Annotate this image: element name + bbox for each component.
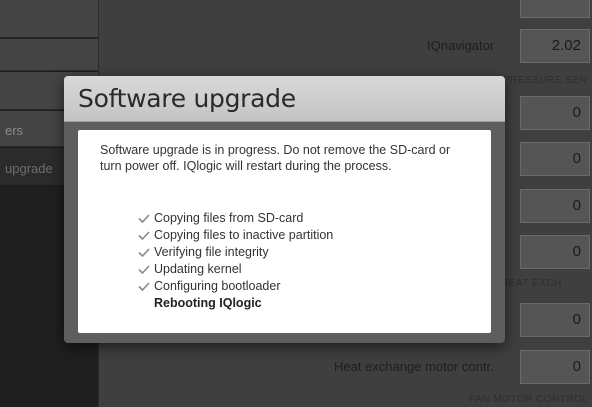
check-icon — [138, 248, 150, 257]
sidebar-item-2[interactable] — [0, 39, 98, 71]
app-screen: ers upgrade IQnavigator 2.02 PRESSURE SE… — [0, 0, 592, 407]
value-field[interactable]: 0 — [520, 96, 590, 130]
section-header-heat-exchange: HEAT EXCH — [501, 278, 562, 289]
upgrade-step-done: Copying files to inactive partition — [138, 227, 333, 244]
value-field[interactable] — [520, 0, 590, 18]
section-header-pressure: PRESSURE SEN — [503, 75, 588, 86]
step-label: Verifying file integrity — [154, 245, 269, 259]
check-icon — [138, 282, 150, 291]
upgrade-message: Software upgrade is in progress. Do not … — [100, 143, 451, 173]
value-field[interactable]: 0 — [520, 189, 590, 223]
iqnavigator-value[interactable]: 2.02 — [520, 29, 590, 63]
upgrade-step-current: Rebooting IQlogic — [138, 295, 333, 312]
dialog-title-bar: Software upgrade — [64, 76, 505, 122]
sidebar-item-1[interactable] — [0, 0, 98, 38]
value-field[interactable]: 0 — [520, 235, 590, 269]
heat-exchange-motor-value[interactable]: 0 — [520, 350, 590, 384]
upgrade-step-done: Verifying file integrity — [138, 244, 333, 261]
section-header-fan-motor: FAN MOTOR CONTROL — [469, 394, 589, 405]
step-label: Copying files to inactive partition — [154, 228, 334, 242]
upgrade-step-done: Configuring bootloader — [138, 278, 333, 295]
check-icon — [138, 231, 150, 240]
step-label: Updating kernel — [154, 262, 242, 276]
check-icon — [138, 214, 150, 223]
step-label: Configuring bootloader — [154, 279, 281, 293]
step-label: Rebooting IQlogic — [154, 296, 262, 310]
dialog-title: Software upgrade — [78, 84, 296, 113]
upgrade-steps-list: Copying files from SD-card Copying files… — [138, 210, 333, 312]
sidebar-item-label: upgrade — [5, 161, 53, 176]
dialog-body: Software upgrade is in progress. Do not … — [78, 130, 491, 333]
sidebar-item-label: ers — [5, 123, 24, 138]
upgrade-step-done: Updating kernel — [138, 261, 333, 278]
row-label-heat-exchange-motor: Heat exchange motor contr. — [334, 359, 494, 374]
row-label: IQnavigator — [427, 38, 495, 53]
upgrade-step-done: Copying files from SD-card — [138, 210, 333, 227]
software-upgrade-dialog: Software upgrade Software upgrade is in … — [64, 76, 505, 343]
check-icon — [138, 265, 150, 274]
step-label: Copying files from SD-card — [154, 211, 304, 225]
value-field[interactable]: 0 — [520, 142, 590, 176]
value-field[interactable]: 0 — [520, 303, 590, 337]
